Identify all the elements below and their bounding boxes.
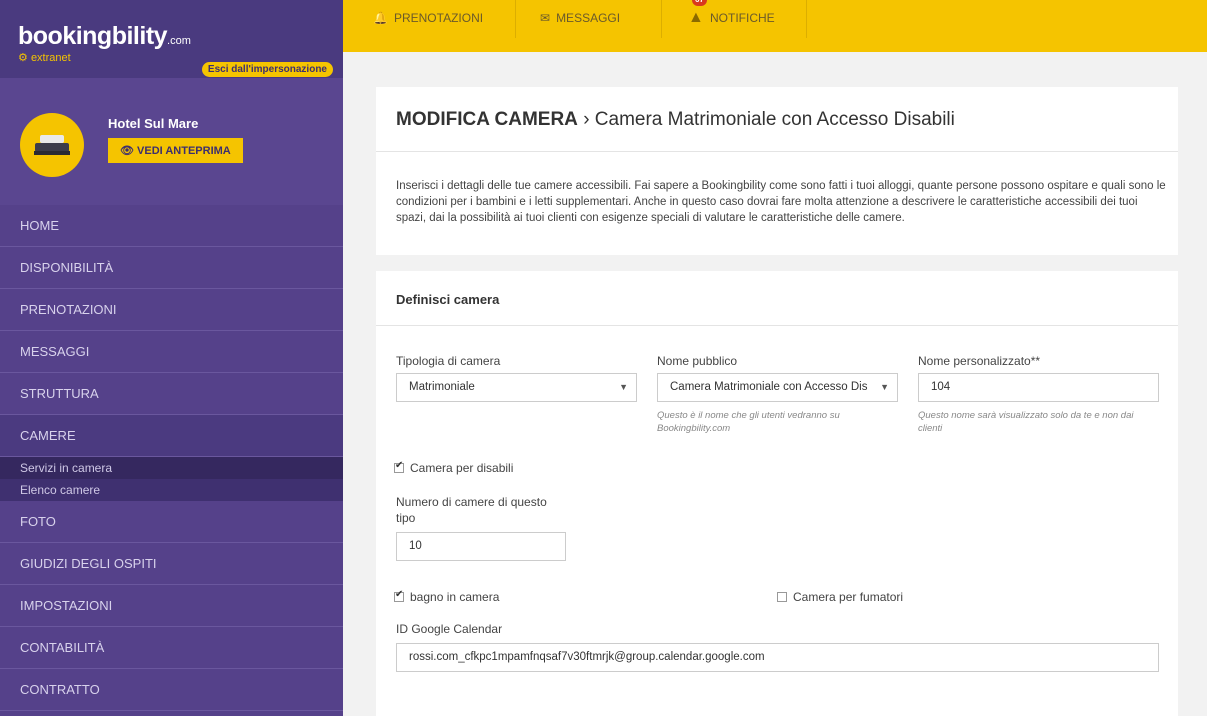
dropdown-caret-icon: ▼ bbox=[619, 382, 628, 392]
checkbox-unchecked-icon bbox=[777, 592, 787, 602]
nav-item-contratto[interactable]: CONTRATTO bbox=[0, 669, 343, 711]
room-count-label: Numero di camere di questo tipo bbox=[396, 495, 547, 525]
nav-item-prenotazioni[interactable]: PRENOTAZIONI bbox=[0, 289, 343, 331]
hotel-name: Hotel Sul Mare bbox=[108, 116, 199, 131]
sidebar-nav: HOME DISPONIBILITÀ PRENOTAZIONI MESSAGGI… bbox=[0, 205, 343, 711]
room-type-select[interactable]: Matrimoniale ▼ bbox=[396, 373, 637, 402]
brand-header: bookingbility.com ⚙ extranet Esci dall'i… bbox=[0, 0, 343, 78]
nav-item-foto[interactable]: FOTO bbox=[0, 501, 343, 543]
bed-icon bbox=[34, 135, 70, 155]
nav-item-home[interactable]: HOME bbox=[0, 205, 343, 247]
gear-icon: ⚙ bbox=[18, 52, 28, 64]
sub-item-servizi[interactable]: Servizi in camera bbox=[0, 457, 343, 479]
top-bar: 🔔PRENOTAZIONI ✉MESSAGGI ▲67NOTIFICHE bbox=[343, 0, 1207, 52]
logo[interactable]: bookingbility.com bbox=[18, 22, 191, 51]
checkbox-checked-icon bbox=[394, 589, 404, 602]
tab-notifiche[interactable]: ▲67NOTIFICHE bbox=[662, 0, 807, 38]
room-form-card: Definisci camera Tipologia di camera Mat… bbox=[376, 271, 1178, 716]
dropdown-caret-icon: ▼ bbox=[880, 382, 889, 392]
bell-icon: 🔔 bbox=[373, 11, 388, 25]
sidebar: bookingbility.com ⚙ extranet Esci dall'i… bbox=[0, 0, 343, 716]
warning-icon: ▲ bbox=[688, 9, 704, 26]
room-type-label: Tipologia di camera bbox=[396, 354, 501, 368]
divider bbox=[376, 325, 1178, 326]
tab-messaggi[interactable]: ✉ MESSAGGI bbox=[516, 0, 662, 38]
nav-item-contabilita[interactable]: CONTABILITÀ bbox=[0, 627, 343, 669]
page-title: MODIFICA CAMERA › Camera Matrimoniale co… bbox=[396, 109, 955, 130]
nav-item-struttura[interactable]: STRUTTURA bbox=[0, 373, 343, 415]
envelope-icon: ✉ bbox=[540, 11, 551, 25]
nav-item-giudizi[interactable]: GIUDIZI DEGLI OSPITI bbox=[0, 543, 343, 585]
hotel-avatar bbox=[20, 113, 84, 177]
tab-prenotazioni[interactable]: 🔔 PRENOTAZIONI bbox=[343, 0, 516, 38]
custom-name-input[interactable]: 104 bbox=[918, 373, 1159, 402]
public-name-label: Nome pubblico bbox=[657, 354, 738, 368]
extranet-label: ⚙ extranet bbox=[18, 52, 71, 64]
room-count-input[interactable]: 10 bbox=[396, 532, 566, 561]
custom-name-help: Questo nome sarà visualizzato solo da te… bbox=[918, 410, 1134, 434]
section-title: Definisci camera bbox=[396, 292, 500, 307]
custom-name-label: Nome personalizzato** bbox=[918, 354, 1041, 368]
preview-button[interactable]: 👁 VEDI ANTEPRIMA bbox=[108, 138, 243, 163]
hotel-box: Hotel Sul Mare 👁 VEDI ANTEPRIMA bbox=[0, 78, 343, 205]
notification-badge: 67 bbox=[692, 0, 707, 6]
public-name-select[interactable]: Camera Matrimoniale con Accesso Dis ▼ bbox=[657, 373, 898, 402]
eye-icon: 👁 bbox=[120, 145, 134, 157]
nav-item-camere[interactable]: CAMERE bbox=[0, 415, 343, 457]
nav-item-impostazioni[interactable]: IMPOSTAZIONI bbox=[0, 585, 343, 627]
google-calendar-label: ID Google Calendar bbox=[396, 622, 503, 636]
disabled-room-checkbox[interactable]: Camera per disabili bbox=[394, 460, 513, 475]
header-card: MODIFICA CAMERA › Camera Matrimoniale co… bbox=[376, 87, 1178, 255]
exit-impersonation-button[interactable]: Esci dall'impersonazione bbox=[201, 62, 333, 77]
google-calendar-input[interactable]: rossi.com_cfkpc1mpamfnqsaf7v30ftmrjk@gro… bbox=[396, 643, 1159, 672]
smoking-checkbox[interactable]: Camera per fumatori bbox=[777, 590, 903, 604]
sub-item-elenco-camere[interactable]: Elenco camere bbox=[0, 479, 343, 501]
divider bbox=[376, 151, 1178, 152]
nav-item-messaggi[interactable]: MESSAGGI bbox=[0, 331, 343, 373]
page-description: Inserisci i dettagli delle tue camere ac… bbox=[396, 180, 1166, 224]
nav-item-disponibilita[interactable]: DISPONIBILITÀ bbox=[0, 247, 343, 289]
notification-indicator: ▲ 67 bbox=[688, 0, 707, 36]
public-name-help: Questo è il nome che gli utenti vedranno… bbox=[657, 410, 840, 434]
checkbox-checked-icon bbox=[394, 460, 404, 473]
bathroom-checkbox[interactable]: bagno in camera bbox=[394, 589, 499, 604]
